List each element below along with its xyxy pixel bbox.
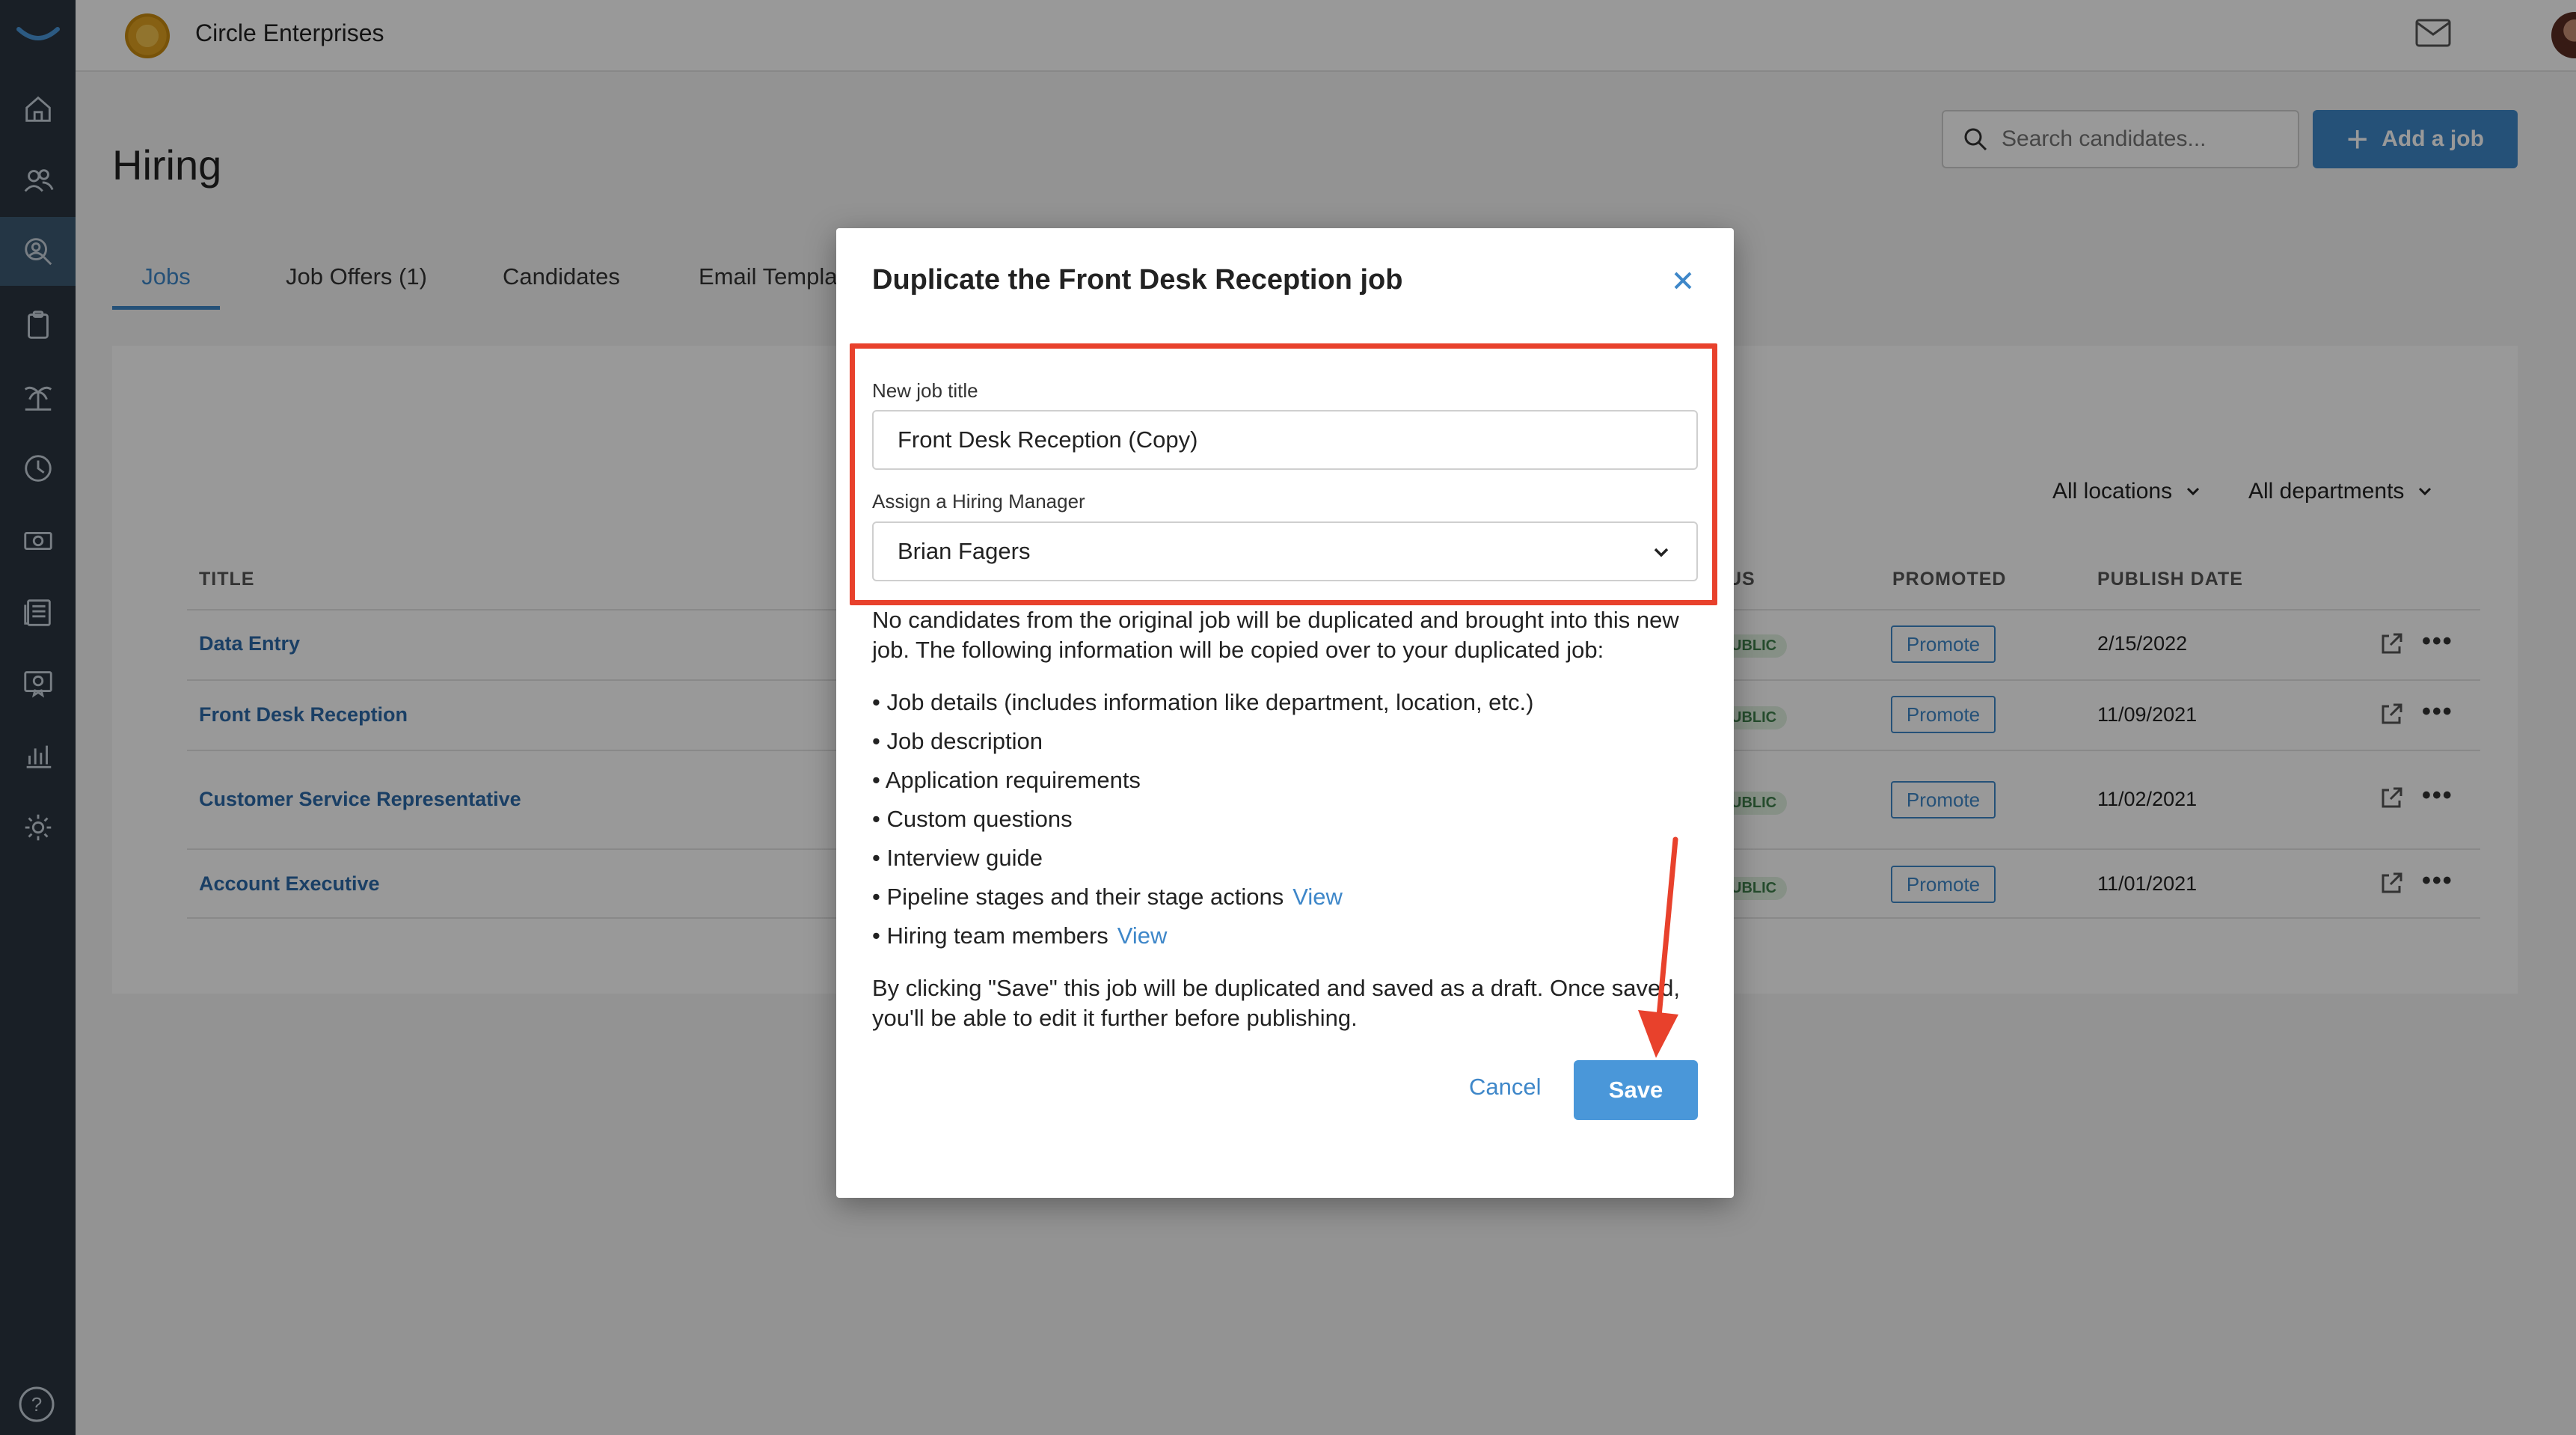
list-item-text: • Pipeline stages and their stage action… — [872, 884, 1284, 910]
list-item-text: • Custom questions — [872, 806, 1073, 832]
hiring-manager-select[interactable]: Brian Fagers — [872, 521, 1698, 581]
job-title-field[interactable] — [872, 410, 1698, 470]
list-item: • Interview guide — [872, 845, 1043, 872]
list-item: • Pipeline stages and their stage action… — [872, 884, 1343, 911]
chevron-down-icon — [1654, 548, 1669, 557]
dialog-intro-text: No candidates from the original job will… — [872, 607, 1679, 663]
list-item: • Job description — [872, 728, 1043, 755]
list-item: • Job details (includes information like… — [872, 689, 1533, 716]
hiring-manager-label: Assign a Hiring Manager — [872, 490, 1085, 512]
save-button[interactable]: Save — [1574, 1060, 1698, 1120]
dialog-title: Duplicate the Front Desk Reception job — [872, 264, 1403, 296]
list-item: • Hiring team members View — [872, 922, 1167, 949]
view-hiring-team-link[interactable]: View — [1117, 922, 1168, 949]
view-pipeline-link[interactable]: View — [1292, 884, 1343, 910]
list-item-text: • Job details (includes information like… — [872, 689, 1534, 715]
list-item-text: • Job description — [872, 728, 1043, 754]
hiring-manager-value: Brian Fagers — [898, 538, 1031, 564]
dialog-footer-note: By clicking "Save" this job will be dupl… — [872, 975, 1681, 1031]
duplicate-job-dialog: Duplicate the Front Desk Reception job N… — [836, 228, 1734, 1198]
close-icon[interactable] — [1668, 266, 1698, 296]
list-item-text: • Application requirements — [872, 767, 1141, 793]
cancel-button[interactable]: Cancel — [1469, 1074, 1542, 1101]
annotation-arrow-icon — [1638, 836, 1678, 1058]
job-title-input[interactable] — [898, 426, 1646, 453]
list-item: • Custom questions — [872, 806, 1073, 833]
list-item-text: • Hiring team members — [872, 922, 1108, 949]
list-item: • Application requirements — [872, 767, 1141, 794]
job-title-label: New job title — [872, 379, 978, 402]
list-item-text: • Interview guide — [872, 845, 1043, 871]
